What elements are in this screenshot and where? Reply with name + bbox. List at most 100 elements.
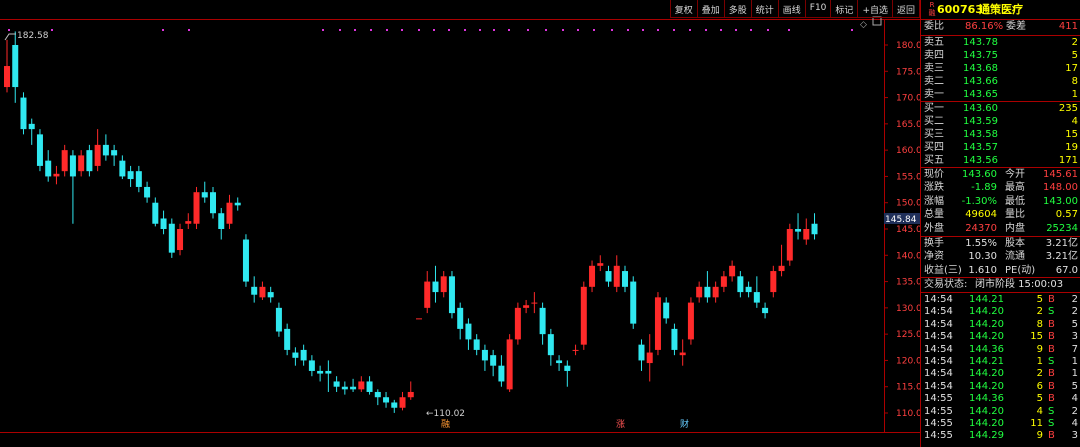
diamond-icon[interactable]: ◇ [860,20,867,30]
weicha-label: 委差 [1006,21,1026,32]
candle [523,299,530,314]
tick-price: 144.29 [969,430,1004,442]
candle [786,223,793,266]
event-mark[interactable]: 涨 [616,419,625,430]
candle-body [259,286,266,298]
candle-body [630,281,637,324]
event-mark[interactable]: 财 [680,418,689,430]
stat-value: -1.89 [971,182,997,194]
candle-body [514,307,521,340]
candle [506,334,513,392]
candle [45,150,52,182]
candle [218,207,225,240]
stat-value: 143.00 [1043,195,1078,207]
stat-value: 143.60 [962,169,997,180]
candle-body [391,402,398,408]
kline-chart-area[interactable]: 180.0 175.0 170.0 165.0 160.0 155.0 150.0 145.0… [0,0,920,447]
y-tick-label: 150.0 [896,199,920,209]
candle-body [4,66,10,88]
order-book-row: 卖一 143.65 1 [921,89,1080,102]
stat-label: 总量 [924,209,944,221]
tick-time: 14:55 [924,418,953,429]
level-label: 卖四 [924,50,944,61]
y-tick-label: 120.0 [896,356,920,366]
tick-time: 14:54 [924,318,953,330]
divider [921,277,1080,278]
toolbar-button[interactable]: 叠加 [697,0,725,18]
tick-count: 7 [1071,343,1078,355]
candle [547,328,554,366]
toolbar-button[interactable]: 多股 [724,0,752,18]
candle-body [399,397,406,408]
stat-label: 外盘 [924,222,944,234]
divider [921,19,1080,20]
event-mark[interactable]: 融 [441,419,450,430]
square-icon[interactable] [872,16,882,26]
y-tick-label: 110.0 [896,409,920,419]
candle-body [663,302,670,319]
toolbar-button[interactable]: +自选 [858,0,893,18]
candle-body [152,202,159,224]
stock-code: 600763 [937,3,983,16]
toolbar-button[interactable]: 画线 [778,0,806,18]
level-label: 卖三 [924,63,944,74]
candle [341,381,348,395]
candle-body [36,134,43,166]
candle [712,281,719,303]
y-tick-label: 145.0 [896,225,920,235]
stat-value: 148.00 [1043,182,1078,194]
candle [374,389,381,406]
candle [292,347,299,366]
tick-row: 14:54 144.36 9 B 7 [921,344,1080,357]
candle-body [803,229,810,240]
toolbar-button[interactable]: 标记 [831,0,859,18]
tick-time: 14:54 [924,368,953,380]
candle-body [94,144,101,166]
candle [86,144,93,177]
candle-body [457,307,464,329]
stat-value: 145.61 [1043,169,1078,180]
candle-body [465,323,472,340]
candle [127,165,134,187]
candle-body [473,339,480,350]
tick-price: 144.20 [969,318,1004,330]
tick-row: 14:55 144.36 5 B 4 [921,393,1080,406]
stat-row: 涨跌 -1.89 最高 148.00 [921,182,1080,195]
candle [251,276,258,303]
candle [481,344,488,371]
signal-dot [705,29,707,31]
candle [605,265,612,287]
signal-dot [657,29,659,31]
candle [28,118,35,145]
high-price-label: 182.58 [17,31,49,41]
tick-volume: 11 [1030,418,1043,429]
margin-badge: R 融 [927,1,937,17]
high-marker-line [4,33,16,41]
candle [383,391,390,408]
toolbar-button[interactable]: 返回 [892,0,920,18]
candle-body [61,150,68,172]
candle [539,302,546,345]
current-price-tag: 145.84 [885,215,917,225]
candle [597,255,604,272]
signal-dot [322,29,324,31]
candle [671,323,678,356]
candle [416,318,422,320]
candle-body [127,171,134,180]
candle [53,165,60,185]
tick-row: 14:54 144.20 2 B 1 [921,368,1080,381]
tick-time: 14:54 [924,380,953,392]
toolbar-button[interactable]: F10 [805,0,832,18]
candle [589,260,596,293]
candle-body [498,365,505,382]
candle-body [778,265,785,272]
candle-body [753,292,760,303]
stat-value: 0.57 [1055,209,1078,221]
candlestick-chart[interactable]: 180.0 175.0 170.0 165.0 160.0 155.0 150.0 145.0… [0,0,920,447]
signal-dot [673,29,675,31]
tick-side: B [1048,331,1055,343]
candle [160,210,167,235]
toolbar-button[interactable]: 统计 [751,0,779,18]
candle-body [135,171,142,187]
toolbar-button[interactable]: 复权 [670,0,698,18]
